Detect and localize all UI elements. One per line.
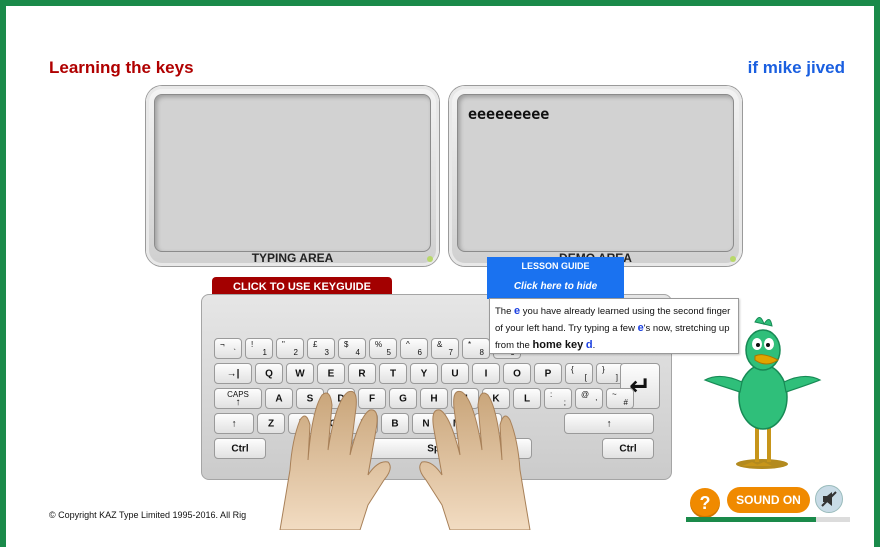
lesson-title: Learning the keys <box>49 58 194 77</box>
resize-grip-icon <box>730 256 736 262</box>
key-shift-label: ¬ <box>220 340 225 349</box>
copyright-text: © Copyright KAZ Type Limited 1995-2016. … <box>49 510 247 520</box>
tab-key[interactable]: →| <box>214 363 252 384</box>
key-shift-label: { <box>571 365 574 374</box>
key-shift-label: @ <box>581 390 590 399</box>
left-ctrl-key[interactable]: Ctrl <box>214 438 266 459</box>
key-label: E <box>327 368 335 379</box>
key-`[interactable]: ¬ ` <box>214 338 242 359</box>
key-base-label: 5 <box>386 348 391 357</box>
speaker-muted-icon <box>821 491 837 507</box>
key-base-label: ` <box>233 348 236 357</box>
key-shift-label: $ <box>344 340 349 349</box>
resize-grip-icon <box>427 256 433 262</box>
key-label: I <box>484 368 488 379</box>
key-8[interactable]: * 8 <box>462 338 490 359</box>
key-base-label: 1 <box>262 348 267 357</box>
key-label: Ctrl <box>231 443 249 454</box>
key-shift-label: * <box>468 340 472 349</box>
key-label: O <box>513 368 521 379</box>
key-shift-label: % <box>375 340 383 349</box>
key-label: Y <box>420 368 428 379</box>
key-base-label: [ <box>584 373 587 382</box>
key-base-label: ] <box>615 373 618 382</box>
key-shift-label: £ <box>313 340 318 349</box>
typing-area-label: TYPING AREA <box>251 251 334 265</box>
key-base-label: ; <box>563 398 566 407</box>
hide-lesson-guide-link[interactable]: Click here to hide <box>487 281 624 292</box>
key-shift-label: ^ <box>406 340 410 349</box>
key-label: ↑ <box>606 418 612 429</box>
key-label: W <box>295 368 305 379</box>
sound-toggle-button[interactable]: SOUND ON <box>727 487 810 513</box>
key-shift-label: } <box>602 365 605 374</box>
key-base-label: 2 <box>293 348 298 357</box>
key-label: U <box>451 368 459 379</box>
key-5[interactable]: % 5 <box>369 338 397 359</box>
left-shift-key[interactable]: ↑ <box>214 413 254 434</box>
guide-text-part: . <box>592 340 596 351</box>
right-shift-key[interactable]: ↑ <box>564 413 654 434</box>
lesson-guide-tab[interactable]: LESSON GUIDE Click here to hide <box>487 257 624 299</box>
key-base-label: ' <box>595 398 597 407</box>
mascot-bird-illustration <box>703 317 822 469</box>
key-base-label: 7 <box>448 348 453 357</box>
key-symbol[interactable]: ~ # <box>606 388 634 409</box>
help-button[interactable]: ? <box>690 488 720 518</box>
key-shift-label: " <box>282 340 285 349</box>
key-2[interactable]: " 2 <box>276 338 304 359</box>
key-4[interactable]: $4 <box>338 338 366 359</box>
key-label: Ctrl <box>619 443 637 454</box>
key-1[interactable]: ! 1 <box>245 338 273 359</box>
key-label: →| <box>226 368 240 379</box>
key-bracket[interactable]: {[ <box>565 363 593 384</box>
key-symbol[interactable]: :; <box>544 388 572 409</box>
key-3[interactable]: £3 <box>307 338 335 359</box>
guide-text-part: The <box>495 306 515 317</box>
caps-lock-key[interactable]: CAPS ↑ <box>214 388 262 409</box>
key-label: ↑ <box>231 418 237 429</box>
key-base-label: 6 <box>417 348 422 357</box>
key-shift-label: ! <box>251 340 254 349</box>
lesson-progress-bar <box>686 517 850 522</box>
home-key-letter: d <box>585 339 593 351</box>
right-ctrl-key[interactable]: Ctrl <box>602 438 654 459</box>
lesson-guide-title: LESSON GUIDE <box>521 261 590 271</box>
typing-area-input[interactable] <box>154 94 431 252</box>
key-label: P <box>544 368 552 379</box>
key-symbol[interactable]: @ ' <box>575 388 603 409</box>
typing-area-panel[interactable]: TYPING AREA <box>146 86 439 266</box>
home-key-label: home key <box>532 339 584 351</box>
key-base-label: 4 <box>355 348 360 357</box>
caps-arrow-icon: ↑ <box>235 397 241 408</box>
key-7[interactable]: & 7 <box>431 338 459 359</box>
key-base-label: 8 <box>479 348 484 357</box>
lesson-progress-fill <box>686 517 816 522</box>
key-shift-label: : <box>550 390 553 399</box>
key-base-label: # <box>623 398 628 407</box>
demo-text: eeeeeeeee <box>468 105 550 123</box>
demo-area-panel: eeeeeeeee DEMO AREA <box>449 86 742 266</box>
key-label: R <box>358 368 366 379</box>
key-label: T <box>389 368 397 379</box>
key-label: Q <box>265 368 273 379</box>
key-base-label: 3 <box>324 348 329 357</box>
key-6[interactable]: ^ 6 <box>400 338 428 359</box>
demo-area-display: eeeeeeeee <box>457 94 734 252</box>
target-phrase: if mike jived <box>747 58 845 77</box>
hands-illustration <box>279 390 531 530</box>
key-shift-label: ~ <box>612 390 617 399</box>
mute-speaker-icon[interactable] <box>815 485 843 513</box>
key-shift-label: & <box>437 340 443 349</box>
